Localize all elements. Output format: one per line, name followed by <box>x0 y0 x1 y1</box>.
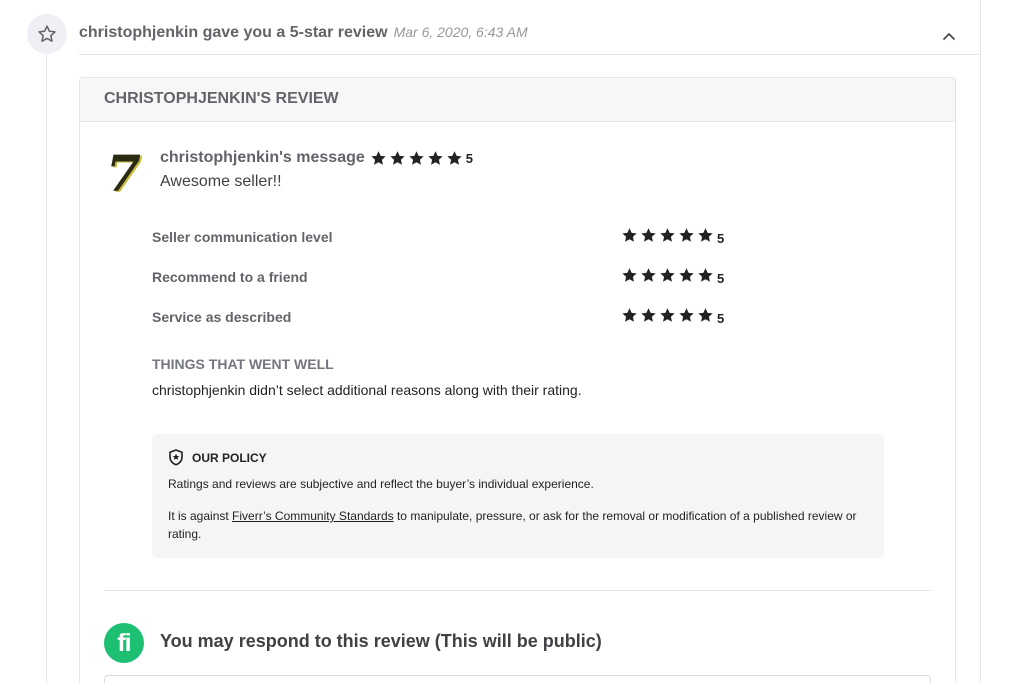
rating-row-recommend: Recommend to a friend 5 <box>152 267 752 287</box>
review-card-header: CHRISTOPHJENKIN'S REVIEW <box>80 78 955 122</box>
star-icon <box>698 228 713 242</box>
policy-title-text: OUR POLICY <box>192 450 267 465</box>
response-input[interactable] <box>104 675 931 683</box>
shield-star-icon <box>169 449 183 466</box>
policy-text-2-before: It is against <box>168 509 233 523</box>
event-title: christophjenkin gave you a 5-star review… <box>79 24 528 42</box>
header-divider <box>79 54 981 55</box>
star-icon <box>660 268 675 282</box>
message-author: christophjenkin's message <box>160 149 365 166</box>
respond-title: You may respond to this review (This wil… <box>160 631 602 651</box>
star-icon <box>641 308 656 322</box>
star-outline-icon <box>27 14 67 54</box>
star-icon <box>660 308 675 322</box>
policy-title: OUR POLICY <box>168 449 267 466</box>
rating-score: 5 <box>717 231 725 246</box>
policy-text-2: It is against Fiverr’s Community Standar… <box>168 507 868 543</box>
event-title-text: christophjenkin gave you a 5-star review <box>79 24 388 41</box>
star-group <box>621 227 716 243</box>
rating-row-communication: Seller communication level 5 <box>152 227 752 247</box>
rating-label: Recommend to a friend <box>152 269 308 285</box>
chevron-up-icon <box>942 32 956 40</box>
star-icon <box>679 228 694 242</box>
star-icon <box>409 151 424 165</box>
message-header: christophjenkin's message 5 <box>160 149 473 167</box>
star-icon <box>447 151 462 165</box>
star-icon <box>390 151 405 165</box>
rating-label: Service as described <box>152 309 292 325</box>
message-stars <box>370 150 465 166</box>
event-header: christophjenkin gave you a 5-star review… <box>0 0 981 55</box>
event-date: Mar 6, 2020, 6:43 AM <box>393 24 528 40</box>
went-well-text: christophjenkin didn’t select additional… <box>152 382 582 398</box>
collapse-button[interactable] <box>940 28 958 44</box>
rating-stars: 5 <box>621 307 724 328</box>
star-icon <box>641 228 656 242</box>
star-icon <box>622 268 637 282</box>
rating-score: 5 <box>717 311 725 326</box>
message-text: Awesome seller!! <box>160 173 282 190</box>
community-standards-link[interactable]: Fiverr’s Community Standards <box>232 509 394 523</box>
policy-text-1: Ratings and reviews are subjective and r… <box>168 477 594 491</box>
star-icon <box>371 151 386 165</box>
reviewer-avatar: 7 <box>106 144 141 203</box>
went-well-title: THINGS THAT WENT WELL <box>152 356 334 372</box>
star-group <box>621 267 716 283</box>
rating-row-service: Service as described 5 <box>152 307 752 327</box>
star-icon <box>622 228 637 242</box>
star-icon <box>679 268 694 282</box>
rating-score: 5 <box>717 271 725 286</box>
star-icon <box>679 308 694 322</box>
star-icon <box>698 268 713 282</box>
rating-label: Seller communication level <box>152 229 333 245</box>
card-divider <box>104 590 931 591</box>
star-icon <box>428 151 443 165</box>
star-icon <box>622 308 637 322</box>
message-score: 5 <box>465 150 473 166</box>
rating-stars: 5 <box>621 267 724 288</box>
policy-box: OUR POLICY Ratings and reviews are subje… <box>152 434 884 558</box>
review-card: CHRISTOPHJENKIN'S REVIEW 7 christophjenk… <box>79 77 956 683</box>
fiverr-logo: fi <box>104 623 144 663</box>
star-icon <box>660 228 675 242</box>
timeline-line <box>46 54 47 683</box>
star-group <box>621 307 716 323</box>
panel-border <box>980 0 981 683</box>
rating-stars: 5 <box>621 227 724 248</box>
star-icon <box>698 308 713 322</box>
star-icon <box>641 268 656 282</box>
